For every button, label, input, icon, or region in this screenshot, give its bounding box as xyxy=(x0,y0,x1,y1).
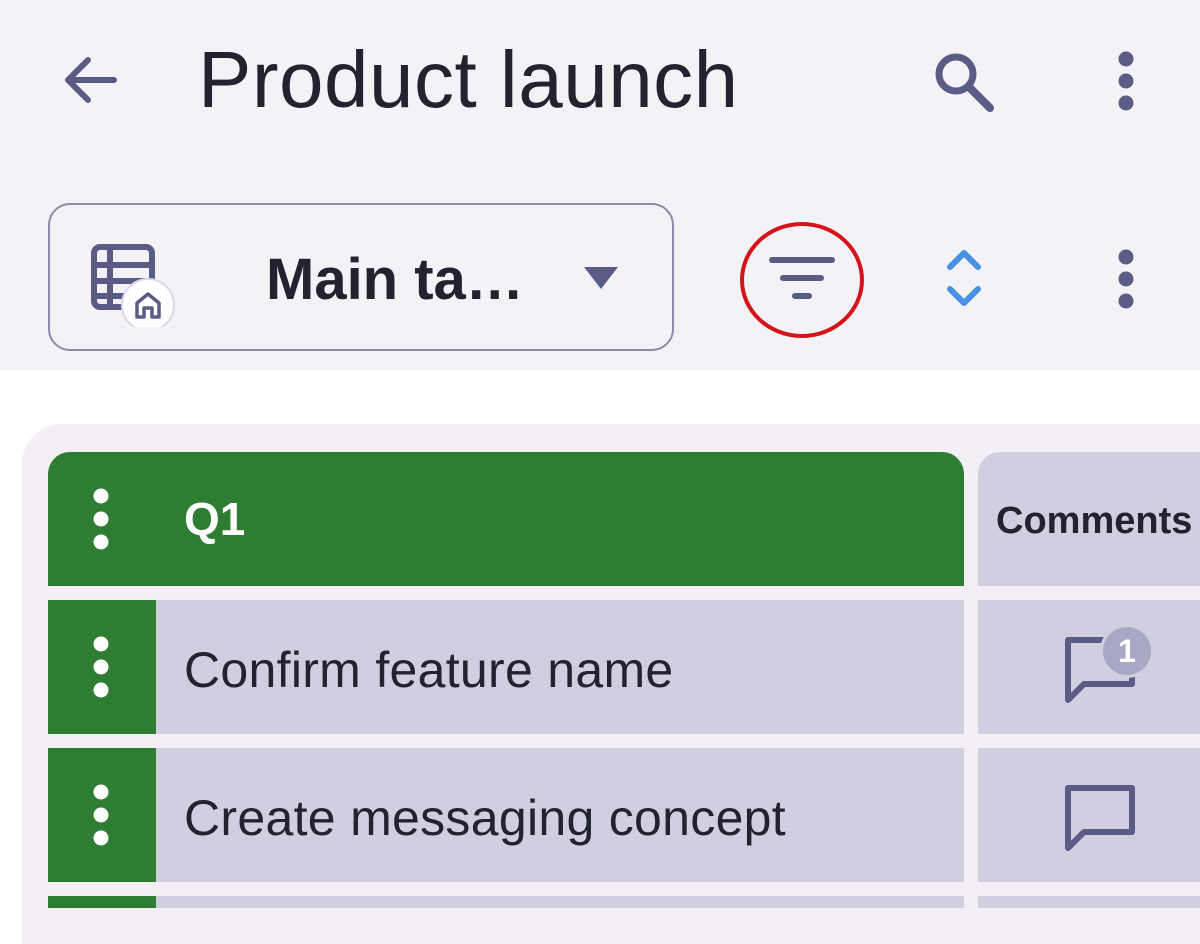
toolbar-more-button[interactable] xyxy=(1096,236,1156,322)
comment-cell[interactable] xyxy=(978,748,1200,882)
more-vertical-icon xyxy=(1118,51,1134,111)
group-title: Q1 xyxy=(184,493,246,545)
view-name: Main ta… xyxy=(266,247,524,312)
chevron-down-icon xyxy=(584,267,618,289)
arrow-left-icon xyxy=(65,57,117,103)
page-title: Product launch xyxy=(198,35,739,124)
comment-icon xyxy=(1065,785,1135,851)
column-header-comments[interactable]: Comments xyxy=(978,452,1200,586)
row-handle[interactable] xyxy=(48,748,156,882)
top-bar: Product launch Main ta… xyxy=(0,0,1200,370)
comment-cell[interactable] xyxy=(978,896,1200,908)
column-header-label: Comments xyxy=(996,500,1193,542)
more-options-button[interactable] xyxy=(1096,38,1156,124)
group-header[interactable]: Q1 xyxy=(48,452,964,586)
table-home-icon xyxy=(91,244,175,327)
row-handle[interactable] xyxy=(48,896,156,908)
back-button[interactable] xyxy=(50,40,130,120)
group-menu-icon[interactable] xyxy=(88,488,114,550)
view-selector[interactable]: Main ta… xyxy=(48,203,674,351)
row-menu-icon[interactable] xyxy=(88,636,114,698)
more-vertical-icon xyxy=(1118,249,1134,309)
comment-count-badge: 1 xyxy=(1100,624,1154,678)
sort-button[interactable] xyxy=(930,240,998,316)
table-row[interactable]: Create messaging concept xyxy=(156,748,964,882)
highlight-circle xyxy=(740,222,864,338)
row-name: Create messaging concept xyxy=(184,790,786,846)
table-row[interactable] xyxy=(156,896,964,908)
search-icon xyxy=(935,53,994,112)
table-row[interactable]: Confirm feature name xyxy=(156,600,964,734)
row-menu-icon[interactable] xyxy=(88,784,114,846)
search-button[interactable] xyxy=(920,38,1006,124)
row-handle[interactable] xyxy=(48,600,156,734)
sort-icon xyxy=(947,250,981,306)
row-name: Confirm feature name xyxy=(184,642,674,698)
comment-cell[interactable]: 1 xyxy=(978,600,1200,734)
filter-button[interactable] xyxy=(740,222,864,338)
